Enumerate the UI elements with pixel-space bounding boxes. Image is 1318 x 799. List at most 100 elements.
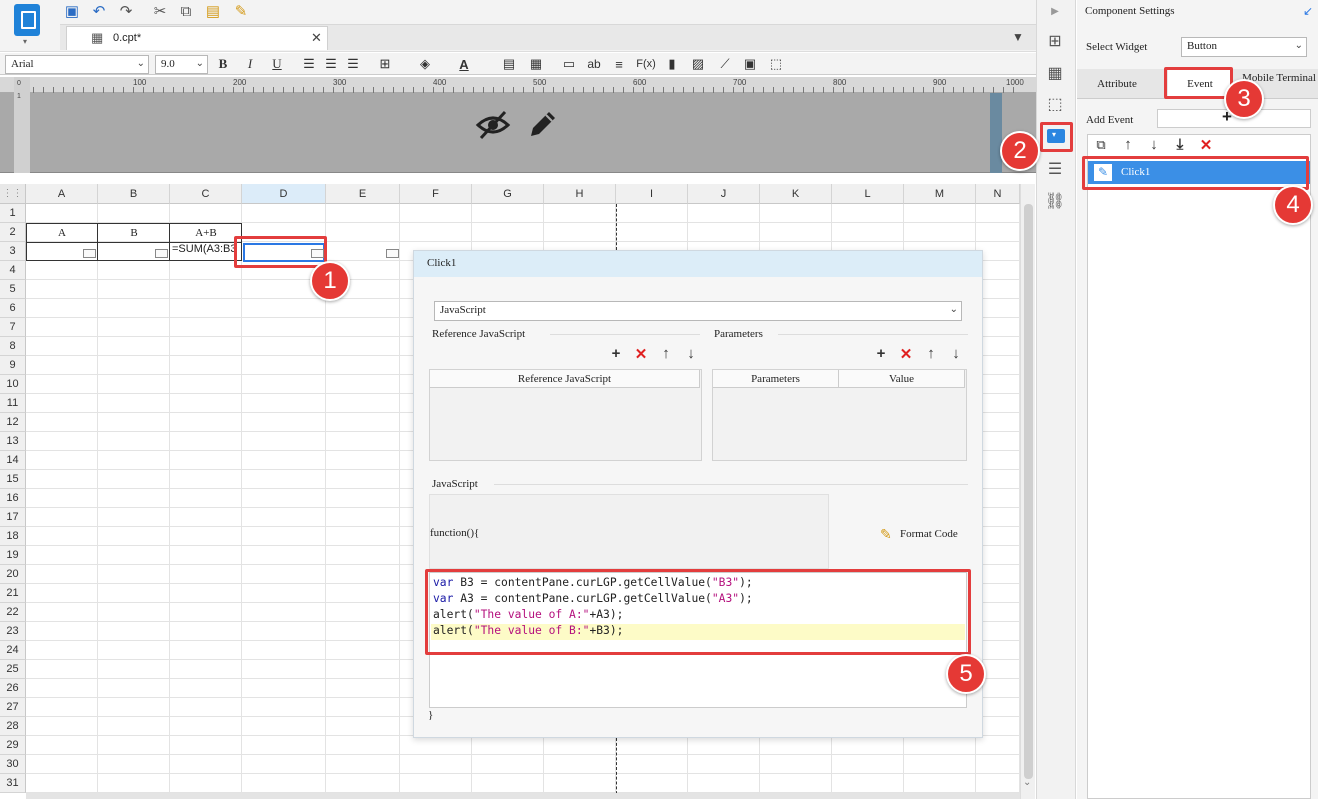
- row-header-7[interactable]: 7: [0, 318, 26, 337]
- row-header-22[interactable]: 22: [0, 603, 26, 622]
- layer-icon[interactable]: ☰: [1044, 158, 1066, 180]
- undo-icon[interactable]: ↶: [89, 2, 109, 20]
- column-header-A[interactable]: A: [26, 184, 98, 204]
- cell-attribute-icon[interactable]: ▦: [1044, 62, 1066, 84]
- column-header-N[interactable]: N: [976, 184, 1020, 204]
- cell-C3[interactable]: =SUM(A3:B3: [172, 243, 242, 255]
- file-tab[interactable]: ▦ 0.cpt* ✕: [66, 26, 328, 50]
- row-header-2[interactable]: 2: [0, 223, 26, 242]
- canvas-resize-handle[interactable]: [990, 93, 1002, 173]
- cut-icon[interactable]: ✂: [150, 2, 170, 20]
- image-icon[interactable]: ▨: [689, 54, 707, 74]
- row-header-20[interactable]: 20: [0, 565, 26, 584]
- row-header-26[interactable]: 26: [0, 679, 26, 698]
- row-header-5[interactable]: 5: [0, 280, 26, 299]
- pin-icon[interactable]: ↙: [1303, 4, 1313, 18]
- logo-dropdown-icon[interactable]: ▾: [23, 37, 27, 46]
- column-header-F[interactable]: F: [400, 184, 472, 204]
- row-header-19[interactable]: 19: [0, 546, 26, 565]
- row-header-16[interactable]: 16: [0, 489, 26, 508]
- row-header-18[interactable]: 18: [0, 527, 26, 546]
- row-header-31[interactable]: 31: [0, 774, 26, 793]
- column-header-E[interactable]: E: [326, 184, 400, 204]
- collapse-arrow-icon[interactable]: ▶: [1044, 0, 1066, 22]
- row-header-3[interactable]: 3: [0, 242, 26, 261]
- cell-C2[interactable]: A+B: [170, 227, 242, 239]
- format-brush-icon[interactable]: ✎: [231, 2, 251, 20]
- fill-color-icon[interactable]: ◈: [416, 54, 434, 74]
- row-header-24[interactable]: 24: [0, 641, 26, 660]
- close-tab-icon[interactable]: ✕: [311, 30, 322, 46]
- align-left-icon[interactable]: ☰: [300, 54, 318, 74]
- select-all-corner[interactable]: ⋮⋮: [0, 184, 26, 204]
- move-down-icon[interactable]: ↓: [948, 345, 964, 362]
- widget-marker-icon[interactable]: [386, 249, 399, 258]
- font-color-icon[interactable]: A: [455, 54, 473, 74]
- chart-icon[interactable]: ▮: [663, 54, 681, 74]
- row-header-29[interactable]: 29: [0, 736, 26, 755]
- move-up-icon[interactable]: ↑: [658, 345, 674, 362]
- parameter-widget-canvas[interactable]: [0, 93, 1036, 173]
- text-button[interactable]: ab: [584, 54, 604, 74]
- row-header-11[interactable]: 11: [0, 394, 26, 413]
- slash-icon[interactable]: ⟋: [716, 54, 734, 74]
- column-header-H[interactable]: H: [544, 184, 616, 204]
- event-list[interactable]: [1087, 134, 1311, 799]
- app-logo-icon[interactable]: [14, 4, 40, 36]
- redo-icon[interactable]: ↷: [116, 2, 136, 20]
- row-header-1[interactable]: 1: [0, 204, 26, 223]
- edit-pencil-icon[interactable]: [526, 107, 560, 144]
- column-header-I[interactable]: I: [616, 184, 688, 204]
- row-header-17[interactable]: 17: [0, 508, 26, 527]
- widget-marker-icon[interactable]: [83, 249, 96, 258]
- save-icon[interactable]: ▣: [62, 2, 82, 20]
- merge-cells-icon[interactable]: ▤: [500, 54, 518, 74]
- row-header-4[interactable]: 4: [0, 261, 26, 280]
- column-header-L[interactable]: L: [832, 184, 904, 204]
- delete-reference-icon[interactable]: ✕: [633, 345, 649, 363]
- column-header-M[interactable]: M: [904, 184, 976, 204]
- tab-menu-icon[interactable]: ▼: [1012, 30, 1024, 44]
- row-header-15[interactable]: 15: [0, 470, 26, 489]
- italic-button[interactable]: I: [241, 54, 259, 74]
- formula-button[interactable]: F(x): [634, 54, 658, 74]
- format-code-button[interactable]: Format Code: [900, 528, 958, 540]
- add-parameter-icon[interactable]: +: [873, 345, 889, 362]
- row-header-6[interactable]: 6: [0, 299, 26, 318]
- tab-attribute[interactable]: Attribute: [1077, 69, 1157, 99]
- add-reference-icon[interactable]: +: [608, 345, 624, 362]
- hidden-eye-icon[interactable]: [475, 107, 511, 146]
- row-header-28[interactable]: 28: [0, 717, 26, 736]
- copy-event-icon[interactable]: ⧉: [1093, 137, 1109, 153]
- move-up-icon[interactable]: ↑: [1120, 136, 1136, 153]
- column-header-K[interactable]: K: [760, 184, 832, 204]
- float-element-icon[interactable]: ⬚: [1044, 93, 1066, 115]
- hyperlink-icon[interactable]: ⛓: [1044, 190, 1066, 212]
- float-element-icon[interactable]: ⬚: [767, 54, 785, 74]
- copy-icon[interactable]: ⧉: [176, 2, 196, 20]
- horizontal-scrollbar[interactable]: [26, 793, 1020, 799]
- row-header-8[interactable]: 8: [0, 337, 26, 356]
- delete-parameter-icon[interactable]: ✕: [898, 345, 914, 363]
- row-header-25[interactable]: 25: [0, 660, 26, 679]
- row-header-30[interactable]: 30: [0, 755, 26, 774]
- format-brush-icon[interactable]: ✎: [880, 526, 892, 543]
- row-header-27[interactable]: 27: [0, 698, 26, 717]
- font-size-select[interactable]: 9.0 ⌄: [155, 55, 208, 74]
- cell-B2[interactable]: B: [98, 227, 170, 239]
- sub-report-icon[interactable]: ▣: [741, 54, 759, 74]
- border-icon[interactable]: ⊞: [376, 54, 394, 74]
- insert-widget-icon[interactable]: ▭: [560, 54, 578, 74]
- row-header-10[interactable]: 10: [0, 375, 26, 394]
- select-widget-dropdown[interactable]: Button ⌄: [1181, 37, 1307, 57]
- align-center-icon[interactable]: ☰: [322, 54, 340, 74]
- scroll-down-icon[interactable]: ⌄: [1023, 777, 1031, 788]
- move-down-icon[interactable]: ↓: [1146, 136, 1162, 153]
- align-right-icon[interactable]: ☰: [344, 54, 362, 74]
- column-header-B[interactable]: B: [98, 184, 170, 204]
- row-header-14[interactable]: 14: [0, 451, 26, 470]
- move-up-icon[interactable]: ↑: [923, 345, 939, 362]
- row-header-23[interactable]: 23: [0, 622, 26, 641]
- row-header-21[interactable]: 21: [0, 584, 26, 603]
- column-header-D[interactable]: D: [242, 184, 326, 204]
